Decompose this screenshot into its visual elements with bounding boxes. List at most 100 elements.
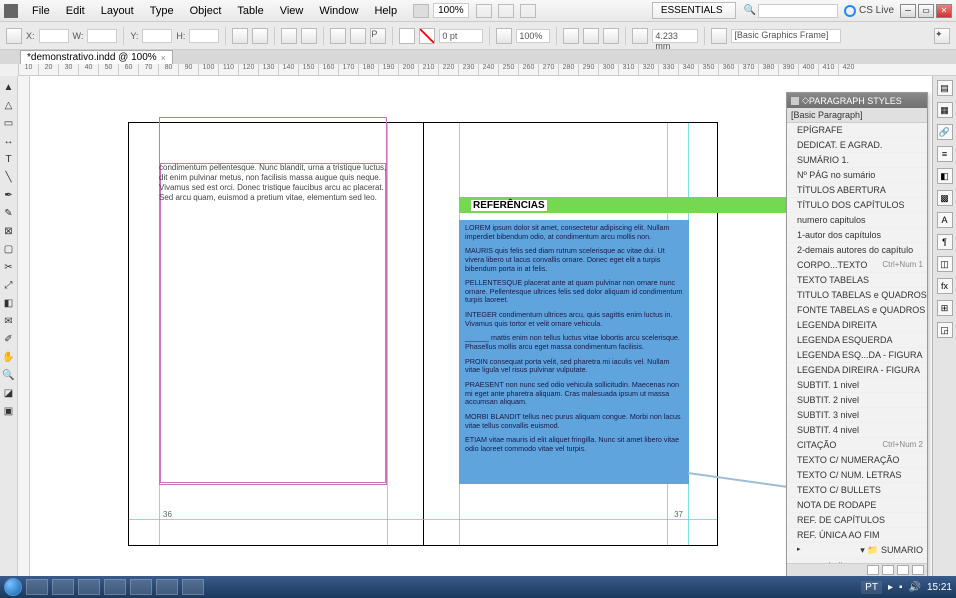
scale-x-icon[interactable] <box>232 28 248 44</box>
close-button[interactable]: ✕ <box>936 4 952 18</box>
menu-table[interactable]: Table <box>229 3 271 19</box>
opacity-field[interactable]: 100% <box>516 29 550 43</box>
h-field[interactable] <box>189 29 219 43</box>
task-chrome-icon[interactable] <box>156 579 178 595</box>
rectangle-tool-icon[interactable]: ▢ <box>2 241 16 257</box>
corner-size-field[interactable]: 4.233 mm <box>652 29 698 43</box>
right-page-text-frame[interactable]: LOREM ipsum dolor sit amet, consectetur … <box>459 220 689 484</box>
menu-object[interactable]: Object <box>182 3 230 19</box>
style-item[interactable]: 2-demais autores do capítulo <box>787 243 927 258</box>
scissors-tool-icon[interactable]: ✂ <box>2 259 16 275</box>
style-item[interactable]: SUBTIT. 3 nivel <box>787 408 927 423</box>
page-tool-icon[interactable]: ▭ <box>2 115 16 131</box>
menu-layout[interactable]: Layout <box>93 3 142 19</box>
left-page-text[interactable]: condimentum pellentesque. Nunc blandit, … <box>159 163 389 203</box>
screen-mode-icon[interactable] <box>498 4 514 18</box>
heading-frame[interactable]: REFERÊNCIAS <box>459 197 809 213</box>
selection-tool-icon[interactable]: ▲ <box>2 79 16 95</box>
style-item[interactable]: EPÍGRAFE <box>787 123 927 138</box>
style-item[interactable]: SUBTIT. 2 nivel <box>787 393 927 408</box>
page-spread[interactable]: condimentum pellentesque. Nunc blandit, … <box>128 122 718 546</box>
shear-icon[interactable] <box>301 28 317 44</box>
paragraph-styles-panel[interactable]: ◇ PARAGRAPH STYLES [Basic Paragraph] EPÍ… <box>786 92 928 578</box>
style-item[interactable]: 1-autor dos capítulos <box>787 228 927 243</box>
style-item[interactable]: REF. ÚNICA AO FIM <box>787 528 927 543</box>
rotate-icon[interactable] <box>281 28 297 44</box>
styles-list[interactable]: EPÍGRAFEDEDICAT. E AGRAD.SUMÁRIO 1.Nº PÁ… <box>787 123 927 563</box>
align-panel-icon[interactable]: ⊞ <box>937 300 953 316</box>
menu-edit[interactable]: Edit <box>58 3 93 19</box>
language-indicator[interactable]: PT <box>861 581 882 594</box>
object-styles-panel-icon[interactable]: ◫ <box>937 256 953 272</box>
tray-flag-icon[interactable]: ▸ <box>888 582 893 593</box>
search-input[interactable] <box>758 4 838 18</box>
style-folder-sumario[interactable]: ▾ 📁 SUMARIO <box>787 543 927 559</box>
object-style-icon[interactable] <box>711 28 727 44</box>
wrap-bbox-icon[interactable] <box>583 28 599 44</box>
style-item[interactable]: SUMÁRIO 1. <box>787 153 927 168</box>
note-tool-icon[interactable]: ✉ <box>2 313 16 329</box>
pathfinder-panel-icon[interactable]: ◲ <box>937 322 953 338</box>
style-item[interactable]: TEXTO C/ NUM. LETRAS <box>787 468 927 483</box>
task-photoshop-icon[interactable] <box>130 579 152 595</box>
new-style-icon[interactable] <box>897 565 909 575</box>
paragraph-panel-icon[interactable]: ¶ <box>937 234 953 250</box>
links-panel-icon[interactable]: 🔗 <box>937 124 953 140</box>
task-folder-icon[interactable] <box>52 579 74 595</box>
character-panel-icon[interactable]: A <box>937 212 953 228</box>
flip-h-icon[interactable] <box>330 28 346 44</box>
style-item[interactable]: REF. DE CAPÍTULOS <box>787 513 927 528</box>
basic-paragraph-item[interactable]: [Basic Paragraph] <box>787 108 927 123</box>
eyedropper-tool-icon[interactable]: ✐ <box>2 331 16 347</box>
corner-options-icon[interactable] <box>632 28 648 44</box>
type-tool-icon[interactable]: T <box>2 151 16 167</box>
stroke-panel-icon[interactable]: ≡ <box>937 146 953 162</box>
effects-icon[interactable] <box>496 28 512 44</box>
minimize-button[interactable]: ─ <box>900 4 916 18</box>
style-item[interactable]: TEXTO C/ BULLETS <box>787 483 927 498</box>
style-item[interactable]: FONTE TABELAS e QUADROS <box>787 303 927 318</box>
layers-panel-icon[interactable]: ▦ <box>937 102 953 118</box>
flip-v-icon[interactable] <box>350 28 366 44</box>
system-tray[interactable]: PT ▸ ▪ 🔊 15:21 <box>861 581 952 594</box>
style-item[interactable]: NOTA DE RODAPE <box>787 498 927 513</box>
reference-point-icon[interactable] <box>6 28 22 44</box>
swatches-panel-icon[interactable]: ▩ <box>937 190 953 206</box>
style-item[interactable]: TEXTO TABELAS <box>787 273 927 288</box>
object-style-dropdown[interactable]: [Basic Graphics Frame] <box>731 29 841 43</box>
menu-type[interactable]: Type <box>142 3 182 19</box>
style-item[interactable]: TÍTULO DOS CAPÍTULOS <box>787 198 927 213</box>
x-field[interactable] <box>39 29 69 43</box>
effects-panel-icon[interactable]: fx <box>937 278 953 294</box>
wrap-shape-icon[interactable] <box>603 28 619 44</box>
w-field[interactable] <box>87 29 117 43</box>
gap-tool-icon[interactable]: ↔ <box>2 133 16 149</box>
style-item[interactable]: SUBTIT. 4 nivel <box>787 423 927 438</box>
cslive-button[interactable]: CS Live <box>844 5 894 17</box>
style-item[interactable]: TÍTULOS ABERTURA <box>787 183 927 198</box>
style-item[interactable]: TEXTO C/ NUMERAÇÃO <box>787 453 927 468</box>
style-item[interactable]: numero capitulos <box>787 213 927 228</box>
free-transform-tool-icon[interactable]: ⤢ <box>2 277 16 293</box>
stroke-swatch-icon[interactable] <box>419 28 435 44</box>
fill-stroke-icon[interactable]: ◪ <box>2 385 16 401</box>
close-tab-icon[interactable]: × <box>161 53 166 63</box>
line-tool-icon[interactable]: ╲ <box>2 169 16 185</box>
color-panel-icon[interactable]: ◧ <box>937 168 953 184</box>
select-container-icon[interactable]: P <box>370 28 386 44</box>
document-tab[interactable]: *demonstrativo.indd @ 100% × <box>20 50 173 64</box>
scale-y-icon[interactable] <box>252 28 268 44</box>
panel-title-bar[interactable]: ◇ PARAGRAPH STYLES <box>787 93 927 108</box>
y-field[interactable] <box>142 29 172 43</box>
style-item[interactable]: LEGENDA DIREIRA - FIGURA <box>787 363 927 378</box>
stroke-weight-field[interactable]: 0 pt <box>439 29 483 43</box>
style-item[interactable]: LEGENDA DIREITA <box>787 318 927 333</box>
style-item[interactable]: SUBTIT. 1 nivel <box>787 378 927 393</box>
clear-overrides-icon[interactable] <box>867 565 879 575</box>
style-item[interactable]: LEGENDA ESQUERDA <box>787 333 927 348</box>
style-item[interactable]: Nº PÁG no sumário <box>787 168 927 183</box>
arrange-icon[interactable] <box>520 4 536 18</box>
direct-selection-tool-icon[interactable]: △ <box>2 97 16 113</box>
pages-panel-icon[interactable]: ▤ <box>937 80 953 96</box>
style-item[interactable]: DEDICAT. E AGRAD. <box>787 138 927 153</box>
